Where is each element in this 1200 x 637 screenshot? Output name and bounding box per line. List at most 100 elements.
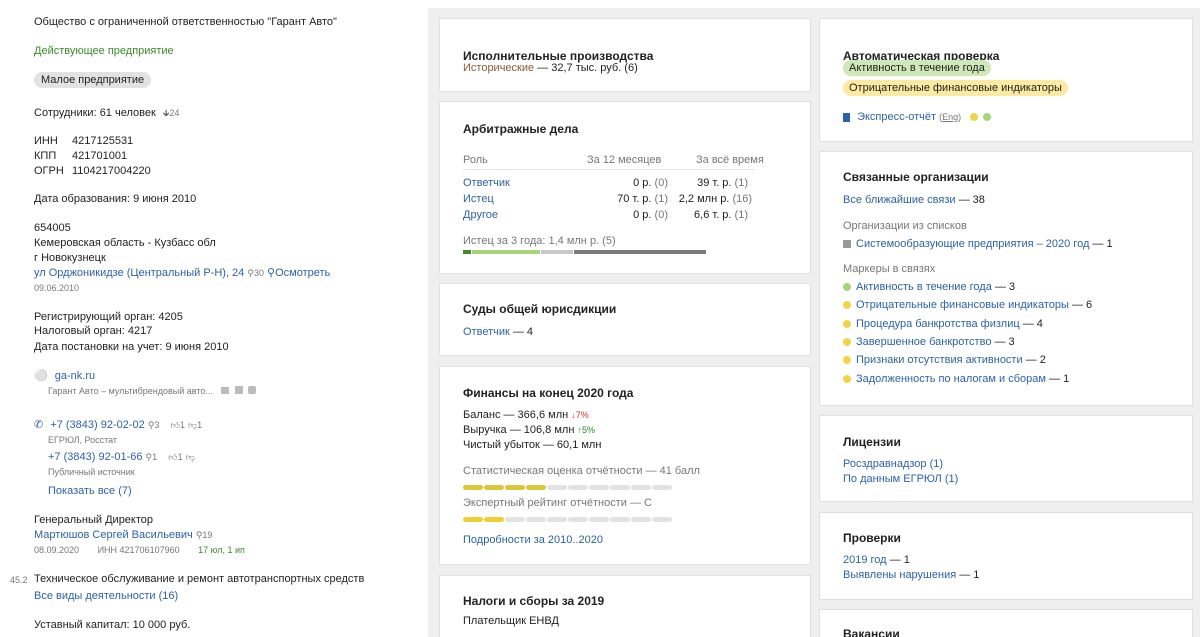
marker-link[interactable]: Завершенное банкротство: [856, 336, 991, 348]
marker-link[interactable]: Активность в течение года: [856, 281, 992, 293]
yellow-dot-icon: [843, 338, 851, 347]
rating-segment: [652, 517, 672, 522]
email-icon[interactable]: [221, 387, 230, 394]
website-description: Гарант Авто – мультибрендовый авто...: [48, 386, 213, 396]
address-search-count[interactable]: ⚲30: [247, 268, 264, 278]
kpp-label: КПП: [34, 150, 57, 162]
yellow-dot-icon: [843, 375, 851, 384]
phone-1-like-button[interactable]: 👍︎1: [171, 420, 185, 430]
inspections-2019-link[interactable]: 2019 год: [843, 554, 887, 566]
license-roszdravnadzor-link[interactable]: Росздравнадзор (1): [843, 458, 943, 470]
phone-2-like-button[interactable]: 👍︎1: [168, 452, 182, 462]
balance-delta: ↓7%: [571, 410, 589, 420]
address-street-link[interactable]: ул Орджоникидзе (Центральный Р-Н), 24: [34, 267, 244, 279]
marker-item: Активность в течение года — 3: [843, 281, 1015, 293]
vacancies-card: Вакансии: [819, 609, 1193, 637]
arb-role-defendant[interactable]: Ответчик: [463, 177, 510, 189]
authorized-capital: Уставный капитал: 10 000 руб.: [34, 619, 191, 631]
courts-defendant-link[interactable]: Ответчик: [463, 326, 510, 338]
phone-2-link[interactable]: +7 (3843) 92-01-66: [48, 451, 142, 463]
express-report-link[interactable]: Экспресс-отчёт: [857, 111, 936, 123]
inspections-card: Проверки 2019 год — 1 Выявлены нарушения…: [819, 512, 1193, 600]
stat-score-bar: [463, 481, 673, 493]
taxes-line: Плательщик ЕНВД: [463, 615, 559, 627]
rating-segment: [568, 485, 588, 490]
marker-link[interactable]: Признаки отсутствия активности: [856, 354, 1023, 366]
all-activities-link[interactable]: Все виды деятельности (16): [34, 590, 178, 602]
formation-date: Дата образования: 9 июня 2010: [34, 193, 197, 205]
website-link[interactable]: ga-nk.ru: [55, 370, 95, 382]
arb-role-other[interactable]: Другое: [463, 209, 498, 221]
revenue-delta: ↑5%: [577, 425, 595, 435]
marker-count: — 2: [1022, 354, 1046, 366]
phone-2-dislike-button[interactable]: 👎︎: [186, 452, 195, 462]
auto-check-card: Автоматическая проверка Активность в теч…: [819, 18, 1193, 142]
finance-details-link[interactable]: Подробности за 2010..2020: [463, 534, 603, 546]
phone-icon: ✆: [34, 419, 44, 431]
instagram-icon[interactable]: [248, 386, 257, 394]
marker-link[interactable]: Процедура банкротства физлиц: [856, 318, 1020, 330]
violations-link[interactable]: Выявлены нарушения: [843, 569, 956, 581]
okved-name: Техническое обслуживание и ремонт автотр…: [34, 573, 365, 585]
courts-card: Суды общей юрисдикции Ответчик — 4: [439, 283, 811, 356]
col-role: Роль: [463, 154, 488, 166]
arb-all-count: (1): [734, 177, 748, 189]
marker-link[interactable]: Отрицательные финансовые индикаторы: [856, 299, 1069, 311]
licenses-card: Лицензии Росздравнадзор (1) По данным ЕГ…: [819, 415, 1193, 502]
licenses-title: Лицензии: [843, 435, 901, 449]
address-region: Кемеровская область - Кузбасс обл: [34, 237, 216, 249]
rating-segment: [631, 485, 651, 490]
negative-finance-tag[interactable]: Отрицательные финансовые индикаторы: [843, 80, 1068, 96]
eng-link[interactable]: (Eng): [939, 112, 961, 122]
show-all-phones-link[interactable]: Показать все (7): [48, 485, 132, 497]
arb-12m-count: (1): [654, 193, 668, 205]
arb-12m-count: (0): [654, 209, 668, 221]
table-divider: [463, 169, 755, 170]
yellow-dot-icon: [843, 320, 851, 329]
courts-defendant-value: — 4: [509, 326, 534, 338]
finance-card: Финансы на конец 2020 года Баланс — 366,…: [439, 366, 811, 565]
taxes-title: Налоги и сборы за 2019: [463, 594, 605, 608]
address-zip: 654005: [34, 222, 71, 234]
director-name-link[interactable]: Мартюшов Сергей Васильевич: [34, 529, 193, 541]
nearest-links-count: — 38: [955, 194, 985, 206]
inn-value: 4217125531: [72, 135, 134, 147]
thumbs-up-icon: 👍︎: [170, 420, 180, 430]
list-item-link[interactable]: Системообразующие предприятия – 2020 год: [856, 238, 1089, 250]
rating-segment: [526, 485, 546, 490]
activity-tag[interactable]: Активность в течение года: [843, 60, 991, 76]
director-tenure[interactable]: 17 юл, 1 ип: [198, 545, 245, 555]
thumbs-down-icon: 👎︎: [187, 420, 198, 430]
license-egrul-link[interactable]: По данным ЕГРЮЛ (1): [843, 473, 958, 485]
rating-segment: [484, 485, 504, 490]
rating-segment: [652, 485, 672, 490]
registration-date: Дата постановки на учет: 9 июня 2010: [34, 341, 229, 353]
related-orgs-title: Связанные организации: [843, 170, 989, 184]
yellow-dot-icon: [843, 356, 851, 365]
arb-bar-seg: [541, 250, 573, 254]
yellow-dot-icon: [843, 301, 851, 310]
facebook-icon[interactable]: [234, 386, 243, 394]
rating-segment: [505, 485, 525, 490]
phone-1-dislike-button[interactable]: 👎︎1: [188, 420, 202, 430]
director-title: Генеральный Директор: [34, 514, 154, 526]
phone-1-link[interactable]: +7 (3843) 92-02-02: [50, 419, 144, 431]
nearest-links-link[interactable]: Все ближайшие связи: [843, 194, 956, 206]
view-map-link[interactable]: ⚲Осмотреть: [267, 267, 330, 279]
phone-1-source: ЕГРЮЛ, Росстат: [48, 435, 118, 445]
search-icon: ⚲: [247, 268, 254, 278]
rating-segment: [589, 517, 609, 522]
related-orgs-card: Связанные организации Все ближайшие связ…: [819, 151, 1193, 406]
historical-link[interactable]: Исторические: [463, 62, 534, 74]
rating-segment: [589, 485, 609, 490]
phone-1-search-count[interactable]: ⚲3: [148, 420, 160, 430]
rating-segment: [463, 517, 483, 522]
director-search-count[interactable]: ⚲19: [196, 530, 213, 540]
expert-rating-bar: [463, 513, 673, 525]
phone-2-search-count[interactable]: ⚲1: [146, 452, 158, 462]
registering-authority: Регистрирующий орган: 4205: [34, 311, 183, 323]
arb-role-plaintiff[interactable]: Истец: [463, 193, 494, 205]
kpp-value: 421701001: [72, 150, 128, 162]
marker-link[interactable]: Задолженность по налогам и сборам: [856, 373, 1046, 385]
vacancies-title: Вакансии: [843, 627, 900, 637]
